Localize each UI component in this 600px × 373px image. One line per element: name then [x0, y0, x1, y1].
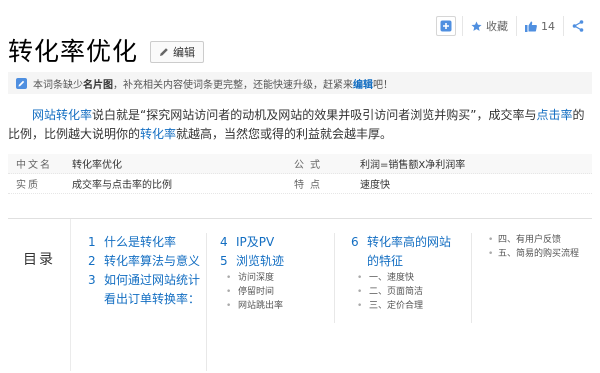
add-button[interactable] — [436, 16, 456, 36]
notice-bold: 名片图 — [83, 79, 113, 91]
info-key: 特点 — [294, 180, 326, 191]
info-value: 利润=销售额X净利润率 — [360, 160, 466, 171]
toc-column-1: 1 什么是转化率 2 转化率算法与意义 3 如何通过网站统计看出订单转换率： — [88, 233, 207, 371]
toc-subitem[interactable]: 访问深度 — [220, 271, 334, 285]
toc-num: 3 — [88, 273, 96, 287]
toc-label-text: 目录 — [23, 252, 55, 268]
favorite-button[interactable]: 收藏 — [462, 16, 516, 36]
info-value: 成交率与点击率的比例 — [72, 180, 172, 191]
toc-item-1[interactable]: 1 什么是转化率 — [88, 233, 206, 252]
basic-info-row: 实质 成交率与点击率的比例 特点 速度快 — [8, 174, 592, 194]
basic-info-row: 中文名 转化率优化 公式 利润=销售额X净利润率 — [8, 154, 592, 174]
notice-text-after: ，补充相关内容使词条更完整，还能快速升级，赶紧来 — [113, 79, 353, 91]
toolbar: 收藏 14 — [436, 14, 588, 38]
plus-square-icon — [440, 20, 452, 32]
toc-num: 5 — [220, 254, 228, 268]
toc-column-3: 6 转化率高的网站的特征 一、速度快 二、页面简洁 三、定价合理 — [351, 233, 472, 323]
toc-item-5[interactable]: 5 浏览轨迹 — [220, 252, 334, 271]
edit-label: 编辑 — [173, 46, 196, 59]
notice-text-before: 本词条缺少 — [33, 79, 83, 91]
toc-text: 如何通过网站统计看出订单转换率： — [104, 273, 201, 306]
toc-text: IP及PV — [236, 235, 275, 249]
edit-button[interactable]: 编辑 — [150, 41, 205, 63]
info-key: 实质 — [16, 180, 40, 191]
toc-num: 2 — [88, 254, 96, 268]
summary-text-3: 就越高，当然您或得的利益就会越丰厚。 — [176, 127, 393, 141]
toc-item-2[interactable]: 2 转化率算法与意义 — [88, 252, 206, 271]
notice-tail: 吧！ — [373, 79, 393, 91]
table-of-contents: 目录 1 什么是转化率 2 转化率算法与意义 3 如何通过网站统计看出订单转换率： 4… — [8, 218, 592, 371]
link-click-rate[interactable]: 点击率 — [536, 108, 572, 122]
pencil-note-icon — [16, 77, 27, 89]
toc-text: 浏览轨迹 — [236, 254, 285, 268]
thumbs-up-icon — [525, 21, 537, 32]
toc-num: 6 — [351, 235, 359, 249]
toc-subitem[interactable]: 三、定价合理 — [351, 299, 471, 313]
toc-subitem[interactable]: 五、简易的购买流程 — [486, 247, 596, 261]
toc-item-4[interactable]: 4 IP及PV — [220, 233, 334, 252]
summary-text-1: 说白就是“探究网站访问者的动机及网站的效果并吸引访问者浏览并购买”，成交率与 — [92, 108, 537, 122]
toc-text: 什么是转化率 — [104, 235, 177, 249]
toc-num: 4 — [220, 235, 228, 249]
toc-subitem[interactable]: 二、页面简洁 — [351, 285, 471, 299]
like-count: 14 — [541, 19, 555, 33]
toc-item-6[interactable]: 6 转化率高的网站的特征 — [351, 233, 451, 271]
like-button[interactable]: 14 — [516, 16, 563, 36]
info-key: 公式 — [294, 160, 326, 171]
info-value: 转化率优化 — [72, 160, 122, 171]
toc-subitem[interactable]: 停留时间 — [220, 285, 334, 299]
link-website-conversion-rate[interactable]: 网站转化率 — [32, 108, 92, 122]
notice-edit-link[interactable]: 编辑 — [353, 76, 373, 91]
info-key: 中文名 — [16, 160, 52, 171]
share-icon — [572, 20, 584, 32]
page-title: 转化率优化 — [8, 37, 139, 66]
toc-column-2: 4 IP及PV 5 浏览轨迹 访问深度 停留时间 网站跳出率 — [220, 233, 335, 323]
basic-info-table: 中文名 转化率优化 公式 利润=销售额X净利润率 实质 成交率与点击率的比例 特… — [8, 154, 592, 194]
toc-label: 目录 — [8, 219, 71, 371]
toc-subitem[interactable]: 网站跳出率 — [220, 299, 334, 313]
toc-subitem[interactable]: 一、速度快 — [351, 271, 471, 285]
info-value: 速度快 — [360, 180, 390, 191]
toc-text: 转化率高的网站的特征 — [367, 235, 452, 268]
toc-item-3[interactable]: 3 如何通过网站统计看出订单转换率： — [88, 271, 206, 309]
pencil-icon — [160, 48, 168, 56]
share-button[interactable] — [563, 16, 588, 36]
star-icon — [471, 20, 482, 31]
missing-image-notice: 本词条缺少 名片图 ，补充相关内容使词条更完整，还能快速升级，赶紧来 编辑 吧！ — [8, 72, 592, 94]
toc-num: 1 — [88, 235, 96, 249]
title-row: 转化率优化 编辑 — [8, 32, 205, 68]
toc-text: 转化率算法与意义 — [104, 254, 201, 268]
favorite-label: 收藏 — [486, 20, 508, 33]
toc-subitem[interactable]: 四、有用户反馈 — [486, 233, 596, 247]
link-conversion-rate[interactable]: 转化率 — [140, 127, 176, 141]
toc-column-4: 四、有用户反馈 五、简易的购买流程 — [486, 233, 596, 261]
summary-paragraph: 网站转化率说白就是“探究网站访问者的动机及网站的效果并吸引访问者浏览并购买”，成… — [8, 106, 592, 144]
